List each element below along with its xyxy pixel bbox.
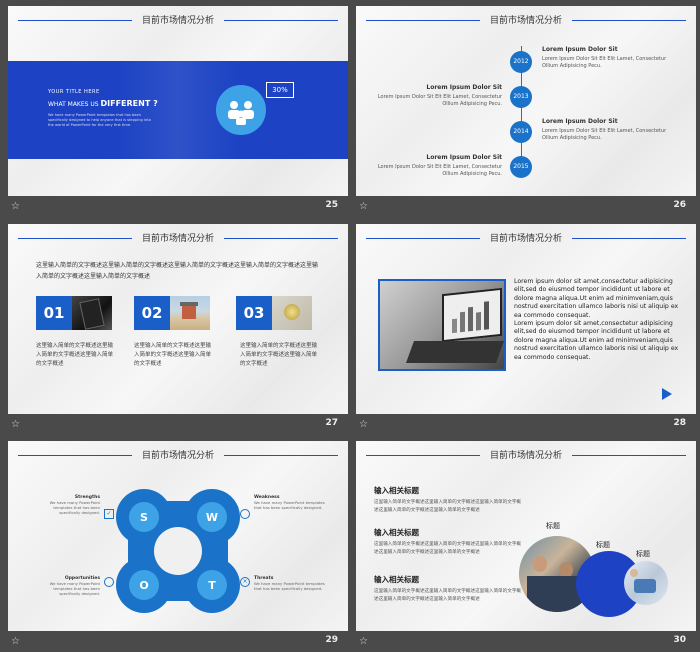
box-text-01: 这里输入简单的文字概述这里输入简单的文字概述这里输入简单的文字概述 [36,343,114,367]
slide-number: 29 [325,635,338,645]
slide-number: 30 [673,635,686,645]
year-2013: 2013 [510,86,532,108]
swot-letter-w: W [206,511,218,524]
banner-line1: YOUR TITLE HERE [48,89,100,95]
number-box-03: 03 [236,296,272,330]
target-icon [104,577,114,587]
swot-letter-o: O [139,579,148,592]
check-icon: ✓ [104,509,114,519]
slide-number: 26 [673,200,686,210]
slide-title: 目前市场情况分析 [141,451,214,461]
text-block: Lorem ipsum dolor sit amet,consectetur a… [514,278,679,361]
timeline-item: Lorem Ipsum Dolor Sit Lorem Ipsum Dolor … [542,118,667,141]
meeting-photo-circle [624,561,668,605]
star-icon[interactable]: ☆ [11,419,20,430]
swot-label-opportunities: Opportunities We have many PowerPoint te… [49,576,100,596]
number-box-01: 01 [36,296,72,330]
cross-icon: × [240,577,250,587]
number-box-02: 02 [134,296,170,330]
slide-27: 目前市场情况分析 这里输入简单的文字概述这里输入简单的文字概述这里输入简单的文字… [8,224,348,414]
slide-thumb-25[interactable]: 目前市场情况分析 YOUR TITLE HERE WHAT MAKES US D… [8,6,348,217]
year-2012: 2012 [510,51,532,73]
box-text-03: 这里输入简单的文字概述这里输入简单的文字概述这里输入简单的文字概述 [240,343,318,367]
slide-footer: ☆ 25 [8,198,348,216]
slide-28: 目前市场情况分析 Lorem ipsum dolor sit amet,cons… [356,224,696,414]
beach-photo [170,296,210,330]
blue-banner: YOUR TITLE HERE WHAT MAKES US DIFFERENT … [8,61,348,159]
slide-title: 目前市场情况分析 [141,234,214,244]
tablet-photo [72,296,112,330]
slide-title: 目前市场情况分析 [489,16,562,26]
intro-text: 这里输入简单的文字概述这里输入简单的文字概述这里输入简单的文字概述这里输入简单的… [36,262,319,280]
clock-icon [240,509,250,519]
slide-thumb-28[interactable]: 目前市场情况分析 Lorem ipsum dolor sit amet,cons… [356,224,696,435]
slide-footer: ☆ 28 [356,416,696,434]
slide-thumb-26[interactable]: 目前市场情况分析 2012 2013 2014 2015 Lorem Ipsum… [356,6,696,217]
coin-photo [272,296,312,330]
slide-thumb-29[interactable]: 目前市场情况分析 S W O T Strengths We have many … [8,441,348,652]
star-icon[interactable]: ☆ [359,636,368,647]
slide-30: 目前市场情况分析 输入相关标题 这里输入简单的文字概述这里输入简单的文字概述这里… [356,441,696,631]
timeline-item: Lorem Ipsum Dolor Sit Lorem Ipsum Dolor … [542,46,667,69]
slide-footer: ☆ 29 [8,633,348,651]
section-2: 输入相关标题 这里输入简单的文字概述这里输入简单的文字概述这里输入简单的文字概述… [374,528,522,555]
star-icon[interactable]: ☆ [359,419,368,430]
banner-body: We have many PowerPoint templates that h… [48,113,151,127]
swot-label-weakness: Weakness We have many PowerPoint templat… [254,495,325,510]
swot-diagram: S W O T [116,489,240,613]
percent-badge: 30% [266,82,294,98]
slide-number: 27 [325,418,338,428]
swot-letter-t: T [208,579,216,592]
star-icon[interactable]: ☆ [359,201,368,212]
slide-title-bar: 目前市场情况分析 [356,10,696,30]
slide-thumb-30[interactable]: 目前市场情况分析 输入相关标题 这里输入简单的文字概述这里输入简单的文字概述这里… [356,441,696,652]
slide-footer: ☆ 30 [356,633,696,651]
box-text-02: 这里输入简单的文字概述这里输入简单的文字概述这里输入简单的文字概述 [134,343,212,367]
section-1: 输入相关标题 这里输入简单的文字概述这里输入简单的文字概述这里输入简单的文字概述… [374,486,522,513]
slide-26: 目前市场情况分析 2012 2013 2014 2015 Lorem Ipsum… [356,6,696,196]
timeline-item: Lorem Ipsum Dolor Sit Lorem Ipsum Dolor … [377,84,502,107]
slide-title: 目前市场情况分析 [489,451,562,461]
star-icon[interactable]: ☆ [11,636,20,647]
circle-label-2: 标题 [596,541,610,549]
slide-title-bar: 目前市场情况分析 [356,228,696,248]
slide-title-bar: 目前市场情况分析 [8,228,348,248]
slide-25: 目前市场情况分析 YOUR TITLE HERE WHAT MAKES US D… [8,6,348,196]
section-3: 输入相关标题 这里输入简单的文字概述这里输入简单的文字概述这里输入简单的文字概述… [374,575,522,602]
slide-29: 目前市场情况分析 S W O T Strengths We have many … [8,441,348,631]
slide-thumb-27[interactable]: 目前市场情况分析 这里输入简单的文字概述这里输入简单的文字概述这里输入简单的文字… [8,224,348,435]
circle-label-1: 标题 [546,522,560,530]
people-icon [228,101,254,125]
slide-title-bar: 目前市场情况分析 [8,10,348,30]
slide-footer: ☆ 27 [8,416,348,434]
year-2014: 2014 [510,121,532,143]
slide-title: 目前市场情况分析 [141,16,214,26]
slide-title-bar: 目前市场情况分析 [356,445,696,465]
swot-label-threats: Threats We have many PowerPoint template… [254,576,325,591]
banner-line2: WHAT MAKES US DIFFERENT ? [48,99,158,108]
slide-footer: ☆ 26 [356,198,696,216]
slide-title: 目前市场情况分析 [489,234,562,244]
year-2015: 2015 [510,156,532,178]
swot-label-strengths: Strengths We have many PowerPoint templa… [49,495,100,515]
slide-number: 28 [673,418,686,428]
timeline-item: Lorem Ipsum Dolor Sit Lorem Ipsum Dolor … [377,154,502,177]
circle-label-3: 标题 [636,550,650,558]
slide-number: 25 [325,200,338,210]
people-icon-circle [216,85,266,135]
slide-title-bar: 目前市场情况分析 [8,445,348,465]
star-icon[interactable]: ☆ [11,201,20,212]
laptop-photo [378,279,506,371]
play-icon[interactable] [662,388,672,400]
swot-letter-s: S [140,511,148,524]
